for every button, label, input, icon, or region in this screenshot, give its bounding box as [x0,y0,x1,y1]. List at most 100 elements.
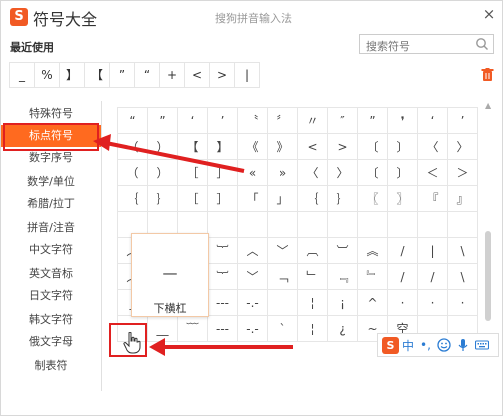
microphone-icon[interactable] [456,338,470,352]
search-input[interactable] [360,37,470,56]
close-button[interactable]: × [480,5,498,23]
symbol-cell[interactable]: ^ [357,289,388,316]
symbol-cell[interactable]: （ [117,133,148,160]
symbol-cell[interactable]: -.- [237,315,268,342]
nav-item-10[interactable]: 俄文字母 [1,331,101,353]
symbol-cell[interactable]: ︺ [327,237,358,264]
symbol-cell[interactable]: 〈 [297,159,328,186]
symbol-cell[interactable] [357,211,388,238]
symbol-cell[interactable]: ﹀ [237,263,268,290]
ime-logo-icon[interactable]: S [382,336,399,354]
symbol-cell[interactable]: ” [357,107,388,134]
symbol-cell[interactable]: · [387,289,418,316]
nav-item-3[interactable]: 数学/单位 [1,171,101,193]
symbol-cell[interactable]: ’ [447,107,478,134]
symbol-cell[interactable]: 〔 [357,159,388,186]
symbol-cell[interactable]: ‘ [177,107,208,134]
symbol-cell[interactable]: ❜ [387,107,418,134]
symbol-cell[interactable]: 『 [417,185,448,212]
recent-symbol-cell[interactable]: < [184,62,210,88]
symbol-cell[interactable]: 〕 [387,133,418,160]
recent-symbol-cell[interactable]: “ [134,62,160,88]
scroll-up-icon[interactable]: ▲ [485,101,491,110]
symbol-cell[interactable]: / [387,237,418,264]
symbol-cell[interactable]: ］ [207,185,238,212]
symbol-cell[interactable]: \ [447,237,478,264]
symbol-cell[interactable]: ） [147,159,178,186]
symbol-cell[interactable]: \ [447,263,478,290]
symbol-cell[interactable]: __ [147,315,178,342]
symbol-cell[interactable]: ｝ [327,185,358,212]
symbol-cell[interactable] [447,211,478,238]
symbol-cell[interactable]: ¿ [327,315,358,342]
symbol-cell[interactable]: ︸ [207,237,238,264]
recent-symbol-cell[interactable]: > [209,62,235,88]
symbol-cell[interactable]: 「 [237,185,268,212]
symbol-cell[interactable] [207,211,238,238]
symbol-cell[interactable]: 〕 [387,159,418,186]
symbol-cell[interactable]: « [237,159,268,186]
symbol-cell[interactable]: ﹄ [357,263,388,290]
symbol-cell[interactable]: > [327,133,358,160]
nav-item-8[interactable]: 日文字符 [1,285,101,307]
recent-symbol-cell[interactable]: ” [109,62,135,88]
symbol-cell[interactable]: ﹋ [177,315,208,342]
nav-item-9[interactable]: 韩文字符 [1,309,101,331]
symbol-cell[interactable]: | [417,237,448,264]
symbol-cell[interactable]: 〔 [357,133,388,160]
symbol-cell[interactable]: ︿ [237,237,268,264]
recent-symbol-cell[interactable]: % [34,62,60,88]
symbol-cell[interactable]: < [297,133,328,160]
symbol-cell[interactable]: / [387,263,418,290]
search-icon[interactable] [475,37,489,51]
ime-language-toggle[interactable]: 中 [402,337,414,354]
symbol-cell[interactable]: 〉 [447,133,478,160]
symbol-cell[interactable] [327,211,358,238]
symbol-cell[interactable]: ﹀ [267,237,298,264]
nav-item-0[interactable]: 特殊符号 [1,103,101,125]
recent-symbol-cell[interactable]: | [234,62,260,88]
emoji-icon[interactable] [437,338,451,352]
symbol-cell[interactable]: ’ [207,107,238,134]
symbol-cell[interactable]: -.- [237,289,268,316]
symbol-cell[interactable]: ） [147,133,178,160]
symbol-cell[interactable]: ︸ [207,263,238,290]
trash-icon[interactable] [481,68,494,82]
recent-symbol-cell[interactable]: 【 [84,62,110,88]
nav-item-7[interactable]: 英文音标 [1,263,101,285]
symbol-cell[interactable]: ＜ [417,159,448,186]
recent-symbol-cell[interactable]: + [159,62,185,88]
symbol-cell[interactable]: · [447,289,478,316]
symbol-cell[interactable]: ﹃ [327,263,358,290]
symbol-cell[interactable]: “ [117,107,148,134]
symbol-cell[interactable]: 〈 [417,133,448,160]
symbol-cell[interactable] [297,211,328,238]
symbol-cell[interactable]: ‘ [417,107,448,134]
symbol-cell[interactable]: ` [267,315,298,342]
symbol-cell[interactable]: 〗 [387,185,418,212]
symbol-cell[interactable]: ［ [177,159,208,186]
symbol-cell[interactable]: ︹ [297,237,328,264]
recent-symbol-cell[interactable]: _ [9,62,35,88]
symbol-cell[interactable]: ｛ [297,185,328,212]
symbol-cell[interactable]: / [417,263,448,290]
symbol-cell[interactable] [387,211,418,238]
recent-symbol-cell[interactable]: 】 [59,62,85,88]
symbol-cell[interactable]: ﹁ [267,263,298,290]
symbol-cell[interactable]: 】 [207,133,238,160]
symbol-cell[interactable]: （ [117,159,148,186]
nav-item-5[interactable]: 拼音/注音 [1,217,101,239]
symbol-cell[interactable]: ″ [327,107,358,134]
symbol-cell[interactable]: 【 [177,133,208,160]
symbol-cell[interactable]: 》 [267,133,298,160]
symbol-cell[interactable] [267,289,298,316]
symbol-cell[interactable]: 〞 [267,107,298,134]
symbol-cell[interactable]: ﹂ [297,263,328,290]
symbol-cell[interactable] [237,211,268,238]
nav-item-6[interactable]: 中文字符 [1,239,101,261]
symbol-cell[interactable]: ｝ [147,185,178,212]
symbol-cell[interactable]: ︽ [357,237,388,264]
symbol-cell[interactable]: ＞ [447,159,478,186]
symbol-cell[interactable]: ” [147,107,178,134]
symbol-cell[interactable]: ｛ [117,185,148,212]
